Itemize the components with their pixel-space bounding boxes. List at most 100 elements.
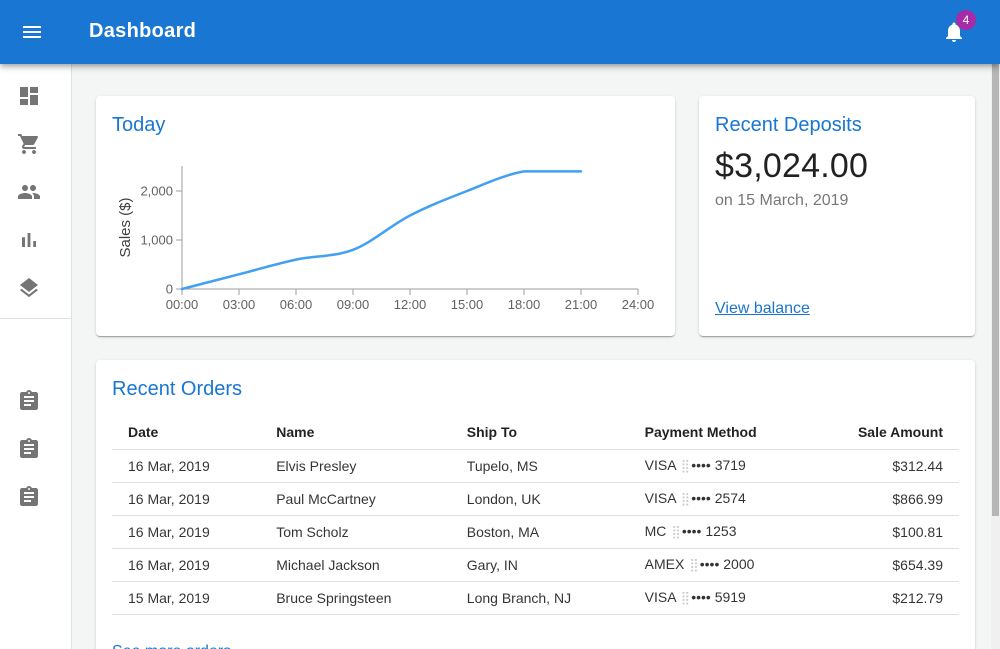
svg-text:0: 0 [166, 282, 173, 297]
order-amount: $100.81 [823, 515, 959, 548]
order-name: Bruce Springsteen [260, 581, 451, 614]
braille-glyph: ⣿ [671, 525, 681, 540]
order-ship-to: Gary, IN [451, 548, 629, 581]
assignment-icon [17, 437, 41, 461]
svg-text:12:00: 12:00 [394, 297, 427, 312]
order-date: 16 Mar, 2019 [112, 449, 260, 482]
order-amount: $312.44 [823, 449, 959, 482]
order-ship-to: Tupelo, MS [451, 449, 629, 482]
svg-text:15:00: 15:00 [451, 297, 484, 312]
order-payment: MC ⣿•••• 1253 [629, 515, 824, 548]
column-header-name: Name [260, 416, 451, 449]
deposit-amount: $3,024.00 [715, 147, 959, 186]
recent-orders-title: Recent Orders [112, 376, 959, 402]
column-header-amount: Sale Amount [823, 416, 959, 449]
order-ship-to: Boston, MA [451, 515, 629, 548]
notifications-button[interactable]: 4 [932, 12, 976, 52]
view-balance-link[interactable]: View balance [715, 300, 810, 318]
order-date: 15 Mar, 2019 [112, 581, 260, 614]
sidebar-item-orders[interactable] [0, 120, 71, 168]
order-payment: VISA ⣿•••• 2574 [629, 482, 824, 515]
payment-brand: AMEX [645, 556, 685, 572]
order-date: 16 Mar, 2019 [112, 548, 260, 581]
sidebar-item-report-1[interactable] [0, 377, 71, 425]
payment-masked: •••• 2574 [691, 490, 746, 506]
orders-table: Date Name Ship To Payment Method Sale Am… [112, 416, 959, 615]
table-row: 15 Mar, 2019 Bruce Springsteen Long Bran… [112, 581, 959, 614]
svg-text:03:00: 03:00 [223, 297, 256, 312]
svg-text:21:00: 21:00 [565, 297, 598, 312]
menu-button[interactable] [12, 12, 52, 52]
sales-chart: 0 1,000 2,000 00:00 03:00 06:00 09:00 12:00 15:0… [112, 157, 659, 319]
payment-brand: MC [645, 523, 667, 539]
braille-glyph: ⣿ [681, 591, 691, 606]
svg-text:24:00: 24:00 [622, 297, 655, 312]
scrollbar-track[interactable] [991, 64, 1000, 649]
today-card: Today 0 1,000 2,000 00:00 03:00 06:00 09:00 12:… [96, 96, 675, 336]
sidebar-item-report-2[interactable] [0, 425, 71, 473]
order-name: Michael Jackson [260, 548, 451, 581]
sidebar-main-list [0, 64, 71, 312]
layers-icon [17, 276, 41, 300]
sidebar-item-customers[interactable] [0, 168, 71, 216]
payment-masked: •••• 3719 [691, 457, 746, 473]
svg-text:2,000: 2,000 [140, 184, 173, 199]
order-date: 16 Mar, 2019 [112, 482, 260, 515]
menu-icon [20, 20, 44, 44]
table-row: 16 Mar, 2019 Michael Jackson Gary, IN AM… [112, 548, 959, 581]
order-name: Elvis Presley [260, 449, 451, 482]
column-header-date: Date [112, 416, 260, 449]
sidebar-item-dashboard[interactable] [0, 72, 71, 120]
sidebar-item-report-3[interactable] [0, 473, 71, 521]
recent-deposits-card: Recent Deposits $3,024.00 on 15 March, 2… [699, 96, 975, 336]
svg-text:00:00: 00:00 [166, 297, 199, 312]
svg-text:18:00: 18:00 [508, 297, 541, 312]
column-header-ship-to: Ship To [451, 416, 629, 449]
dashboard-icon [17, 84, 41, 108]
page-title: Dashboard [89, 20, 196, 43]
scrollbar-thumb[interactable] [992, 64, 999, 516]
sidebar-item-reports[interactable] [0, 216, 71, 264]
payment-brand: VISA [645, 457, 676, 473]
svg-text:09:00: 09:00 [337, 297, 370, 312]
order-payment: AMEX ⣿•••• 2000 [629, 548, 824, 581]
order-name: Paul McCartney [260, 482, 451, 515]
payment-brand: VISA [645, 589, 676, 605]
dashboard-app: Dashboard 4 [0, 0, 1000, 649]
app-bar: Dashboard 4 [0, 0, 1000, 64]
braille-glyph: ⣿ [681, 459, 691, 474]
assignment-icon [17, 485, 41, 509]
today-title: Today [112, 112, 659, 138]
svg-text:Sales ($): Sales ($) [117, 197, 134, 257]
payment-masked: •••• 1253 [682, 523, 737, 539]
order-payment: VISA ⣿•••• 5919 [629, 581, 824, 614]
see-more-orders-link[interactable]: See more orders [112, 643, 231, 649]
order-payment: VISA ⣿•••• 3719 [629, 449, 824, 482]
column-header-payment: Payment Method [629, 416, 824, 449]
table-row: 16 Mar, 2019 Paul McCartney London, UK V… [112, 482, 959, 515]
table-row: 16 Mar, 2019 Tom Scholz Boston, MA MC ⣿•… [112, 515, 959, 548]
order-name: Tom Scholz [260, 515, 451, 548]
sidebar-item-integrations[interactable] [0, 264, 71, 312]
people-icon [17, 180, 41, 204]
order-amount: $212.79 [823, 581, 959, 614]
order-date: 16 Mar, 2019 [112, 515, 260, 548]
order-amount: $866.99 [823, 482, 959, 515]
order-ship-to: Long Branch, NJ [451, 581, 629, 614]
table-row: 16 Mar, 2019 Elvis Presley Tupelo, MS VI… [112, 449, 959, 482]
table-header-row: Date Name Ship To Payment Method Sale Am… [112, 416, 959, 449]
notification-badge: 4 [956, 10, 976, 30]
order-ship-to: London, UK [451, 482, 629, 515]
payment-brand: VISA [645, 490, 676, 506]
braille-glyph: ⣿ [689, 558, 699, 573]
recent-orders-card: Recent Orders Date Name Ship To Payment … [96, 360, 975, 649]
payment-masked: •••• 2000 [700, 556, 755, 572]
braille-glyph: ⣿ [681, 492, 691, 507]
recent-deposits-title: Recent Deposits [715, 112, 959, 138]
sidebar [0, 64, 72, 649]
bar-chart-icon [17, 228, 41, 252]
svg-text:06:00: 06:00 [280, 297, 313, 312]
shopping-cart-icon [17, 132, 41, 156]
svg-text:1,000: 1,000 [140, 233, 173, 248]
payment-masked: •••• 5919 [691, 589, 746, 605]
